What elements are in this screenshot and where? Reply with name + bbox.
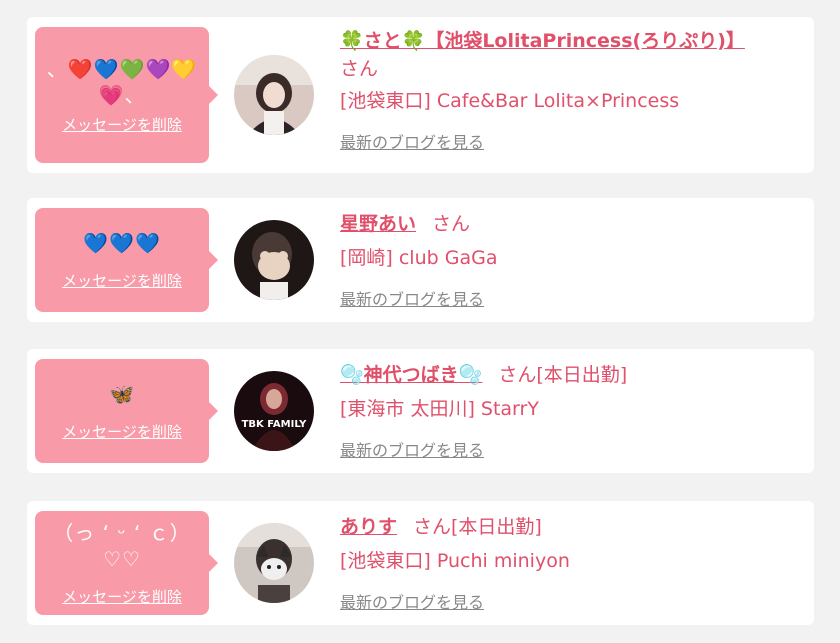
cast-name-link[interactable]: 🍀さと🍀【池袋LolitaPrincess(ろりぷり)】 (340, 30, 745, 52)
avatar[interactable] (234, 55, 314, 135)
honorific: さん (340, 58, 379, 80)
favorite-card: 🦋 メッセージを削除 TBK FAMILY 🫧神代つばき🫧 さん[本日出勤] [東… (27, 349, 814, 473)
avatar[interactable] (234, 523, 314, 603)
avatar-logo-text: TBK FAMILY (242, 419, 308, 430)
delete-message-link[interactable]: メッセージを削除 (62, 114, 182, 135)
delete-message-link[interactable]: メッセージを削除 (62, 270, 182, 291)
favorite-card: 💙💙💙 メッセージを削除 星野あい さん [岡崎] club GaGa 最新のブロ… (27, 198, 814, 322)
cast-name-link[interactable]: 星野あい (340, 213, 416, 235)
cast-info: 🫧神代つばき🫧 さん[本日出勤] [東海市 太田川] StarrY 最新のブログを… (340, 361, 804, 461)
message-text: （っ ‘ ᵕ ‘ ｃ）♡♡ (53, 520, 191, 571)
shop-name: [岡崎] club GaGa (340, 247, 498, 269)
name-line: 🍀さと🍀【池袋LolitaPrincess(ろりぷり)】 さん (340, 27, 804, 83)
cast-name-link[interactable]: 🫧神代つばき🫧 (340, 364, 482, 386)
cast-info: ありす さん[本日出勤] [池袋東口] Puchi miniyon 最新のブログを… (340, 513, 804, 613)
message-text: 💙💙💙 (83, 230, 161, 255)
honorific: さん[本日出勤] (498, 364, 628, 386)
honorific: さん[本日出勤] (413, 516, 542, 538)
avatar[interactable]: TBK FAMILY (234, 371, 314, 451)
shop-name: [池袋東口] Cafe&Bar Lolita×Princess (340, 90, 680, 112)
message-bubble: 、❤️💙💚💜💛 💗、 メッセージを削除 (35, 27, 218, 163)
favorite-card: （っ ‘ ᵕ ‘ ｃ）♡♡ メッセージを削除 ありす さん[本日出勤] [池袋東口… (27, 501, 814, 625)
latest-blog-link[interactable]: 最新のブログを見る (340, 437, 484, 461)
shop-name: [東海市 太田川] StarrY (340, 398, 539, 420)
message-bubble: （っ ‘ ᵕ ‘ ｃ）♡♡ メッセージを削除 (35, 511, 218, 615)
cast-info: 星野あい さん [岡崎] club GaGa 最新のブログを見る (340, 210, 804, 310)
name-line: ありす さん[本日出勤] (340, 513, 804, 541)
latest-blog-link[interactable]: 最新のブログを見る (340, 129, 484, 153)
shop-name: [池袋東口] Puchi miniyon (340, 550, 570, 572)
avatar[interactable] (234, 220, 314, 300)
message-bubble: 🦋 メッセージを削除 (35, 359, 218, 463)
latest-blog-link[interactable]: 最新のブログを見る (340, 286, 484, 310)
latest-blog-link[interactable]: 最新のブログを見る (340, 589, 484, 613)
delete-message-link[interactable]: メッセージを削除 (62, 586, 182, 607)
message-bubble: 💙💙💙 メッセージを削除 (35, 208, 218, 312)
cast-name-link[interactable]: ありす (340, 516, 397, 538)
message-text: 🦋 (109, 381, 135, 406)
name-line: 星野あい さん (340, 210, 804, 238)
favorite-card: 、❤️💙💚💜💛 💗、 メッセージを削除 🍀さと🍀【池袋LolitaPrinces… (27, 17, 814, 173)
delete-message-link[interactable]: メッセージを削除 (62, 421, 182, 442)
message-text: 、❤️💙💚💜💛 💗、 (46, 56, 198, 107)
name-line: 🫧神代つばき🫧 さん[本日出勤] (340, 361, 804, 389)
honorific: さん (432, 213, 471, 235)
cast-info: 🍀さと🍀【池袋LolitaPrincess(ろりぷり)】 さん [池袋東口] C… (340, 27, 804, 153)
